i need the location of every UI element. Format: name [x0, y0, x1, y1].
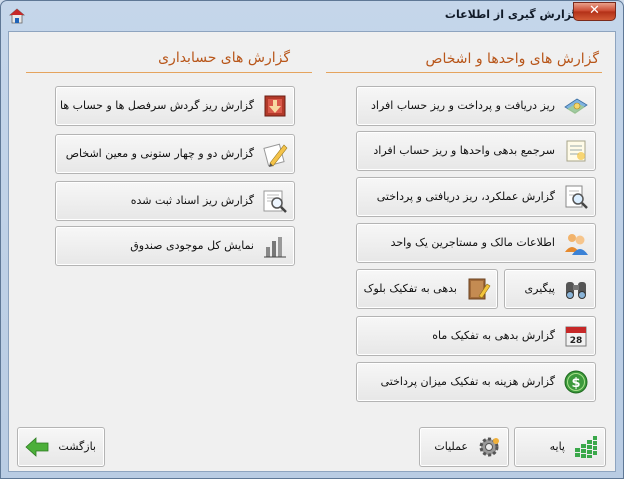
- cash-balance-button[interactable]: نمایش کل موجودی صندوق: [55, 226, 295, 266]
- base-button[interactable]: پایه: [514, 427, 606, 467]
- button-label: گزارش بدهی به تفکیک ماه: [432, 329, 555, 342]
- account-turnover-button[interactable]: گزارش ریز گردش سرفصل ها و حساب ها: [55, 86, 295, 126]
- button-label: بازگشت: [58, 440, 96, 453]
- button-label: نمایش کل موجودی صندوق: [130, 239, 254, 252]
- units-people-divider: [326, 72, 602, 73]
- button-label: ریز دریافت و پرداخت و ریز حساب افراد: [370, 99, 555, 112]
- follow-up-button[interactable]: پیگیری: [504, 269, 596, 309]
- grid-icon: [575, 436, 597, 458]
- columnar-report-button[interactable]: گزارش دو و چهار ستونی و معین اشخاص: [55, 134, 295, 174]
- download-box-icon: [264, 95, 286, 117]
- operations-button[interactable]: عملیات: [419, 427, 509, 467]
- users-icon: [565, 234, 588, 255]
- svg-text:28: 28: [570, 336, 583, 346]
- svg-text:$: $: [571, 376, 580, 391]
- back-arrow-icon: [25, 437, 49, 457]
- debt-by-month-button[interactable]: 28 گزارش بدهی به تفکیک ماه: [356, 316, 596, 356]
- dollar-coin-icon: $: [564, 370, 588, 394]
- button-label: پایه: [549, 440, 565, 453]
- accounting-section-title: گزارش های حسابداری: [158, 50, 290, 66]
- button-label: گزارش عملکرد، ریز دریافتی و پرداختی: [376, 190, 555, 203]
- button-label: اطلاعات مالک و مستاجرین یک واحد: [390, 236, 555, 249]
- performance-report-button[interactable]: گزارش عملکرد، ریز دریافتی و پرداختی: [356, 177, 596, 217]
- window-title: گزارش گیری از اطلاعات: [444, 8, 578, 21]
- binoculars-icon: [566, 282, 586, 299]
- button-label: گزارش ریز اسناد ثبت شده: [130, 194, 254, 207]
- button-label: پیگیری: [524, 282, 555, 295]
- owner-tenants-button[interactable]: اطلاعات مالک و مستاجرین یک واحد: [356, 223, 596, 263]
- button-label: گزارش ریز گردش سرفصل ها و حساب ها: [59, 99, 254, 112]
- button-label: گزارش دو و چهار ستونی و معین اشخاص: [65, 147, 254, 160]
- report-magnifier-icon: [565, 185, 588, 209]
- registered-documents-button[interactable]: گزارش ریز اسناد ثبت شده: [55, 181, 295, 221]
- document-search-icon: [263, 190, 287, 213]
- gear-icon: [479, 437, 499, 457]
- debt-by-block-button[interactable]: بدهی به تفکیک بلوک: [356, 269, 498, 309]
- notebook-pencil-icon: [468, 278, 491, 300]
- document-list-icon: [566, 140, 586, 162]
- pencil-paper-icon: [263, 143, 288, 167]
- close-icon: ✕: [589, 3, 600, 18]
- expense-by-payment-button[interactable]: $ گزارش هزینه به تفکیک میزان پرداختی: [356, 362, 596, 402]
- calendar-icon: 28: [565, 326, 587, 347]
- accounting-divider: [26, 72, 312, 73]
- button-label: بدهی به تفکیک بلوک: [363, 282, 457, 295]
- app-house-icon: [9, 8, 25, 24]
- debt-summary-button[interactable]: سرجمع بدهی واحدها و ریز حساب افراد: [356, 131, 596, 171]
- button-label: گزارش هزینه به تفکیک میزان پرداختی: [380, 375, 555, 388]
- back-button[interactable]: بازگشت: [17, 427, 105, 467]
- receipts-payments-button[interactable]: ریز دریافت و پرداخت و ریز حساب افراد: [356, 86, 596, 126]
- button-label: عملیات: [434, 440, 468, 453]
- button-label: سرجمع بدهی واحدها و ریز حساب افراد: [373, 144, 555, 157]
- bar-chart-icon: [264, 237, 286, 258]
- title-bar: گزارش گیری از اطلاعات ✕: [1, 1, 623, 31]
- close-button[interactable]: ✕: [573, 2, 616, 21]
- money-map-icon: [564, 98, 588, 114]
- units-people-section-title: گزارش های واحدها و اشخاص: [425, 51, 599, 67]
